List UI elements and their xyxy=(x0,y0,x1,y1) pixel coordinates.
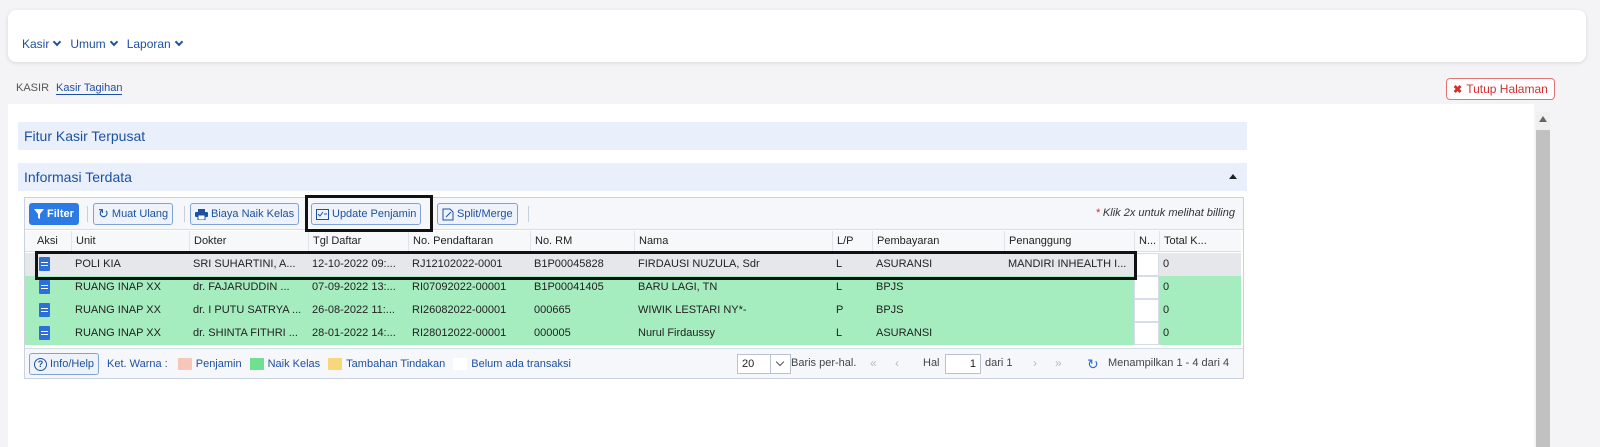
collapse-icon[interactable] xyxy=(1229,174,1237,179)
table-row[interactable]: RUANG INAP XX dr. SHINTA FITHRI ... 28-0… xyxy=(25,322,1241,345)
filter-icon xyxy=(34,209,44,219)
highlight-selected-row xyxy=(35,251,1137,280)
first-page-icon[interactable]: « xyxy=(870,356,877,370)
col-penanggung[interactable]: Penanggung xyxy=(1004,231,1134,252)
legend-swatch-tambahan xyxy=(328,358,343,370)
billing-hint: * Klik 2x untuk melihat billing xyxy=(1095,207,1235,219)
col-aksi[interactable]: Aksi xyxy=(25,231,71,252)
col-lp[interactable]: L/P xyxy=(832,231,872,252)
breadcrumb-current[interactable]: Kasir Tagihan xyxy=(56,82,123,95)
reload-button[interactable]: ↻ Muat Ulang xyxy=(93,203,174,225)
last-page-icon[interactable]: » xyxy=(1055,356,1062,370)
refresh-icon: ↻ xyxy=(98,206,109,221)
col-unit[interactable]: Unit xyxy=(71,231,189,252)
grid-toolbar: Filter ↻ Muat Ulang Biaya Naik Kelas Upd… xyxy=(25,198,1243,230)
chevron-down-icon xyxy=(109,37,118,47)
scroll-up-icon[interactable] xyxy=(1539,116,1547,122)
col-nama[interactable]: Nama xyxy=(634,231,832,252)
page-total-label: dari 1 xyxy=(985,357,1013,369)
refresh-icon[interactable]: ↻ xyxy=(1087,356,1099,373)
prev-page-icon[interactable]: ‹ xyxy=(895,356,899,370)
billing-grid: Filter ↻ Muat Ulang Biaya Naik Kelas Upd… xyxy=(24,197,1244,379)
col-n[interactable]: N... xyxy=(1134,231,1159,252)
legend-swatch-naik-kelas xyxy=(249,358,264,370)
help-icon: ? xyxy=(34,357,47,371)
grid-footer: ? Info/Help Ket. Warna : Penjamin Naik K… xyxy=(25,348,1243,378)
main-menu: Kasir Umum Laporan xyxy=(22,37,183,51)
col-no-pendaftaran[interactable]: No. Pendaftaran xyxy=(408,231,530,252)
menu-kasir[interactable]: Kasir xyxy=(22,37,62,51)
chevron-down-icon xyxy=(53,37,62,47)
color-legend: Ket. Warna : Penjamin Naik Kelas Tambaha… xyxy=(107,358,571,370)
breadcrumb-root[interactable]: KASIR xyxy=(16,82,49,95)
col-pembayaran[interactable]: Pembayaran xyxy=(872,231,1004,252)
page-number-input[interactable]: 1 xyxy=(945,354,981,374)
split-merge-button[interactable]: Split/Merge xyxy=(437,203,518,225)
menu-umum[interactable]: Umum xyxy=(70,37,118,51)
filter-button[interactable]: Filter xyxy=(29,203,79,225)
menu-laporan[interactable]: Laporan xyxy=(127,37,183,51)
panel-fitur-kasir[interactable]: Fitur Kasir Terpusat xyxy=(18,122,1247,150)
legend-swatch-belum xyxy=(453,358,468,370)
highlight-update-penjamin xyxy=(305,195,433,232)
next-page-icon[interactable]: › xyxy=(1033,356,1037,370)
printer-icon xyxy=(195,208,208,220)
toolbar-separator xyxy=(184,206,185,222)
panel-informasi-terdata[interactable]: Informasi Terdata xyxy=(18,163,1247,191)
col-dokter[interactable]: Dokter xyxy=(189,231,308,252)
page-scrollbar[interactable] xyxy=(1536,112,1550,447)
table-row[interactable]: RUANG INAP XX dr. I PUTU SATRYA ... 26-0… xyxy=(25,299,1241,322)
chevron-down-icon xyxy=(174,37,183,47)
col-tgl-daftar[interactable]: Tgl Daftar xyxy=(308,231,408,252)
info-help-button[interactable]: ? Info/Help xyxy=(29,353,100,375)
toolbar-separator xyxy=(87,206,88,222)
toolbar-separator xyxy=(528,206,529,222)
grid-header: Aksi Unit Dokter Tgl Daftar No. Pendafta… xyxy=(25,231,1241,252)
chevron-down-icon[interactable] xyxy=(770,354,790,374)
breadcrumb: KASIR Kasir Tagihan xyxy=(16,82,123,95)
scrollbar-thumb[interactable] xyxy=(1536,130,1550,447)
paging-summary: Menampilkan 1 - 4 dari 4 xyxy=(1108,357,1230,369)
top-navbar: Kasir Umum Laporan xyxy=(8,10,1586,62)
document-icon[interactable] xyxy=(39,326,50,340)
col-no-rm[interactable]: No. RM xyxy=(530,231,634,252)
col-total[interactable]: Total K... xyxy=(1159,231,1215,252)
document-icon[interactable] xyxy=(39,303,50,317)
close-page-button[interactable]: ✖ Tutup Halaman xyxy=(1446,78,1555,100)
biaya-naik-kelas-button[interactable]: Biaya Naik Kelas xyxy=(190,203,300,225)
document-icon[interactable] xyxy=(39,280,50,294)
hal-label: Hal xyxy=(923,357,940,369)
per-page-label: Baris per-hal. xyxy=(791,357,857,369)
legend-swatch-penjamin xyxy=(177,358,192,370)
close-icon: ✖ xyxy=(1453,83,1463,96)
document-edit-icon xyxy=(442,208,454,220)
